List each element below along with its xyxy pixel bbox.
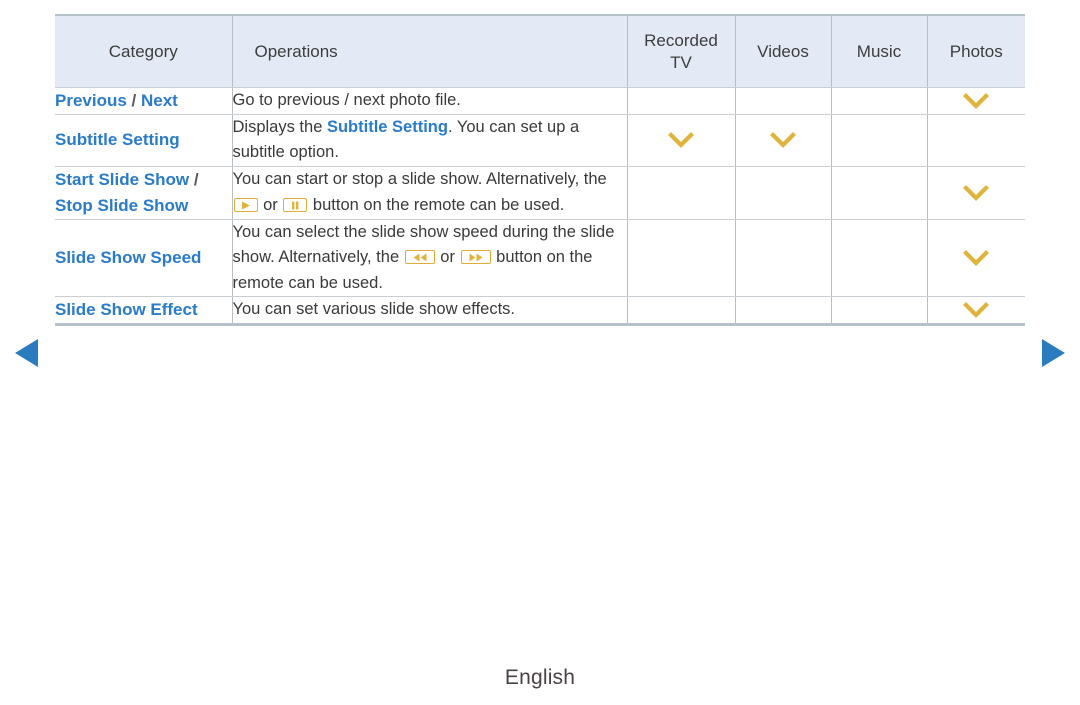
cell-mark-photos	[926, 219, 1025, 298]
column-header-recorded-tv-line2: TV	[670, 52, 692, 72]
category-separator: /	[126, 91, 141, 110]
column-header-photos: Photos	[926, 15, 1025, 88]
cell-mark-photos	[926, 114, 1025, 167]
table-header: Category Operations Recorded TV Videos M…	[55, 15, 1025, 88]
category-link[interactable]: Slide Show Speed	[55, 248, 201, 267]
column-header-recorded-tv-line1: Recorded	[644, 31, 718, 51]
operations-table: Category Operations Recorded TV Videos M…	[55, 14, 1025, 327]
category-link[interactable]: Previous	[55, 91, 127, 110]
cell-mark-music	[830, 87, 928, 115]
table-row: Start Slide Show / Stop Slide Show You ca…	[55, 166, 1025, 220]
column-header-category: Category	[55, 15, 233, 88]
cell-mark-photos	[926, 87, 1025, 115]
triangle-left-icon	[15, 339, 38, 367]
operations-text: Go to previous / next photo file.	[232, 91, 461, 110]
cell-mark-recorded-tv	[626, 296, 736, 326]
cell-operations: You can select the slide show speed duri…	[231, 219, 628, 298]
check-chevron-icon	[768, 130, 798, 150]
operations-link[interactable]: Subtitle Setting	[327, 118, 448, 136]
cell-operations: Displays the Subtitle Setting. You can s…	[231, 114, 628, 167]
table-row: Slide Show Effect You can set various sli…	[55, 296, 1025, 326]
operations-table-container: Category Operations Recorded TV Videos M…	[55, 14, 1025, 327]
cell-mark-videos	[734, 166, 832, 220]
footer-language-label: English	[504, 666, 576, 689]
cell-mark-recorded-tv	[626, 219, 736, 298]
column-header-operations: Operations	[231, 15, 628, 88]
check-chevron-icon	[961, 91, 991, 111]
category-link[interactable]: Next	[141, 91, 178, 110]
previous-page-arrow[interactable]	[12, 333, 42, 373]
check-chevron-icon	[666, 130, 696, 150]
operations-text: or	[258, 195, 283, 214]
category-link[interactable]: Slide Show Effect	[55, 300, 198, 319]
column-header-music: Music	[830, 15, 928, 88]
cell-category: Subtitle Setting	[55, 114, 233, 167]
cell-mark-music	[830, 296, 928, 326]
cell-operations: You can start or stop a slide show. Alte…	[231, 166, 628, 220]
cell-mark-music	[830, 219, 928, 298]
table-row: Slide Show Speed You can select the slide…	[55, 219, 1025, 298]
cell-mark-recorded-tv	[626, 87, 736, 115]
cell-category: Start Slide Show / Stop Slide Show	[55, 166, 233, 220]
table-header-row: Category Operations Recorded TV Videos M…	[55, 15, 1025, 88]
cell-mark-music	[830, 114, 928, 167]
cell-mark-videos	[734, 296, 832, 326]
cell-mark-photos	[926, 296, 1025, 326]
next-page-arrow[interactable]	[1038, 333, 1068, 373]
table-row: Subtitle Setting Displays the Subtitle Se…	[55, 114, 1025, 167]
operations-text: button on the remote can be used.	[308, 195, 565, 214]
operations-text: Displays the	[232, 117, 327, 136]
rewind-button-icon	[404, 250, 435, 265]
operations-text: You can start or stop a slide show. Alte…	[232, 170, 607, 189]
column-header-recorded-tv: Recorded TV	[626, 15, 736, 88]
category-separator: /	[189, 169, 199, 189]
operations-text: or	[435, 248, 460, 267]
cell-category: Previous / Next	[55, 87, 233, 115]
category-link[interactable]: Start Slide Show	[55, 170, 189, 189]
cell-mark-music	[830, 166, 928, 220]
cell-mark-recorded-tv	[626, 114, 736, 167]
play-button-icon	[233, 197, 258, 212]
check-chevron-icon	[961, 183, 991, 203]
cell-operations: Go to previous / next photo file.	[231, 87, 628, 115]
cell-operations: You can set various slide show effects.	[231, 296, 628, 326]
table-body: Previous / Next Go to previous / next pho…	[55, 87, 1025, 326]
cell-mark-videos	[734, 87, 832, 115]
category-link[interactable]: Subtitle Setting	[55, 130, 180, 149]
fast-forward-button-icon	[460, 250, 491, 265]
cell-mark-recorded-tv	[626, 166, 736, 220]
cell-mark-photos	[926, 166, 1025, 220]
table-row: Previous / Next Go to previous / next pho…	[55, 87, 1025, 115]
cell-category: Slide Show Speed	[55, 219, 233, 298]
triangle-right-icon	[1042, 339, 1065, 367]
check-chevron-icon	[961, 300, 991, 320]
cell-mark-videos	[734, 114, 832, 167]
category-link[interactable]: Stop Slide Show	[55, 196, 188, 215]
manual-page: Category Operations Recorded TV Videos M…	[0, 0, 1080, 705]
column-header-videos: Videos	[734, 15, 832, 88]
pause-button-icon	[283, 197, 308, 212]
cell-mark-videos	[734, 219, 832, 298]
cell-category: Slide Show Effect	[55, 296, 233, 326]
operations-text: You can set various slide show effects.	[232, 300, 516, 319]
check-chevron-icon	[961, 248, 991, 268]
